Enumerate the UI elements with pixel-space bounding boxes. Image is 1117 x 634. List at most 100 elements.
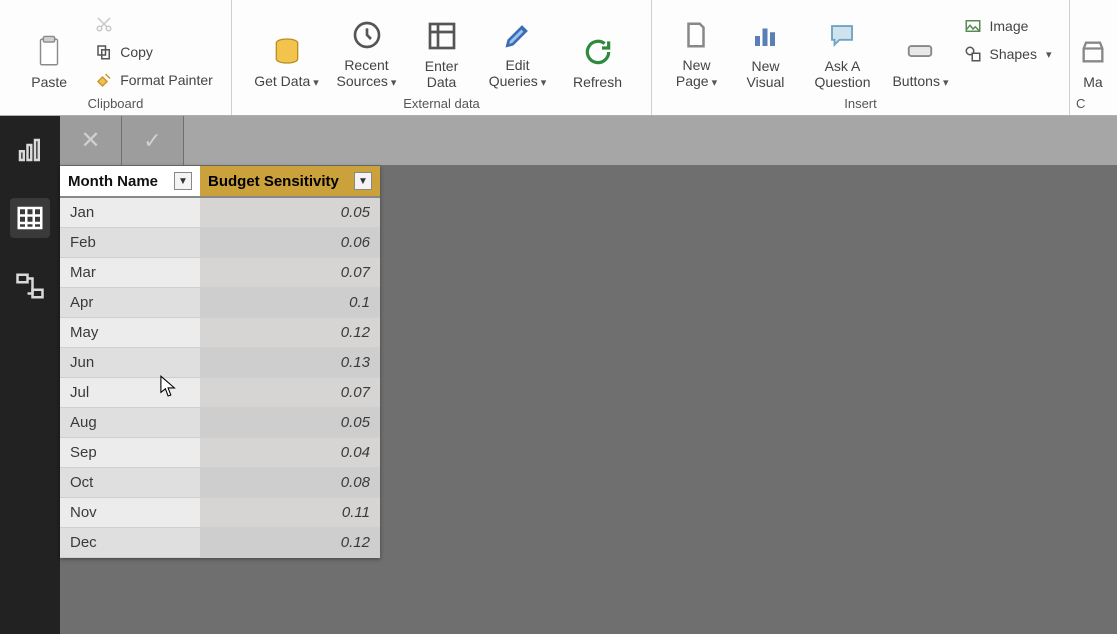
new-page-label: New Page bbox=[665, 57, 727, 90]
formula-cancel-button[interactable]: ✕ bbox=[60, 116, 122, 165]
enter-data-button[interactable]: Enter Data bbox=[412, 8, 472, 94]
cell-value[interactable]: 0.12 bbox=[200, 318, 380, 348]
table-row[interactable]: Dec0.12 bbox=[60, 528, 380, 558]
copy-button[interactable]: Copy bbox=[90, 40, 217, 64]
cell-month[interactable]: Aug bbox=[60, 408, 200, 438]
cell-month[interactable]: May bbox=[60, 318, 200, 348]
table-row[interactable]: Jun0.13 bbox=[60, 348, 380, 378]
cell-month[interactable]: Mar bbox=[60, 258, 200, 288]
button-icon bbox=[902, 33, 938, 69]
cell-value[interactable]: 0.07 bbox=[200, 258, 380, 288]
cell-value[interactable]: 0.06 bbox=[200, 228, 380, 258]
filter-dropdown-icon[interactable]: ▼ bbox=[354, 172, 372, 190]
table-row[interactable]: Jan0.05 bbox=[60, 197, 380, 228]
cell-month[interactable]: Jan bbox=[60, 197, 200, 228]
ask-question-button[interactable]: Ask A Question bbox=[803, 8, 881, 94]
table-row[interactable]: Jul0.07 bbox=[60, 378, 380, 408]
column-header-sensitivity-label: Budget Sensitivity bbox=[208, 173, 339, 190]
table-row[interactable]: Mar0.07 bbox=[60, 258, 380, 288]
format-painter-button[interactable]: Format Painter bbox=[90, 68, 217, 92]
column-header-sensitivity[interactable]: Budget Sensitivity ▼ bbox=[200, 166, 380, 197]
cell-month[interactable]: Nov bbox=[60, 498, 200, 528]
buttons-label: Buttons bbox=[892, 73, 948, 90]
cell-value[interactable]: 0.12 bbox=[200, 528, 380, 558]
cell-month[interactable]: Feb bbox=[60, 228, 200, 258]
table-row[interactable]: Aug0.05 bbox=[60, 408, 380, 438]
data-table: Month Name ▼ Budget Sensitivity ▼ Jan0.0… bbox=[60, 166, 380, 558]
cut-button[interactable] bbox=[90, 12, 217, 36]
paste-button[interactable]: Paste bbox=[14, 8, 84, 94]
copy-label: Copy bbox=[120, 44, 153, 60]
column-header-month-label: Month Name bbox=[68, 173, 158, 190]
refresh-label: Refresh bbox=[573, 74, 622, 90]
cell-value[interactable]: 0.05 bbox=[200, 408, 380, 438]
formula-input[interactable] bbox=[184, 116, 1117, 165]
speech-bubble-icon bbox=[824, 18, 860, 54]
group-label-insert: Insert bbox=[658, 96, 1063, 111]
table-row[interactable]: May0.12 bbox=[60, 318, 380, 348]
cell-value[interactable]: 0.13 bbox=[200, 348, 380, 378]
shapes-label: Shapes bbox=[989, 46, 1036, 62]
table-row[interactable]: Apr0.1 bbox=[60, 288, 380, 318]
buttons-button[interactable]: Buttons bbox=[887, 8, 953, 94]
image-icon bbox=[963, 16, 983, 36]
brush-icon bbox=[94, 70, 114, 90]
shapes-button[interactable]: Shapes bbox=[959, 42, 1055, 66]
edit-queries-label: Edit Queries bbox=[478, 57, 558, 90]
new-page-button[interactable]: New Page bbox=[665, 8, 727, 94]
table-row[interactable]: Feb0.06 bbox=[60, 228, 380, 258]
cell-month[interactable]: Oct bbox=[60, 468, 200, 498]
image-button[interactable]: Image bbox=[959, 14, 1055, 38]
data-canvas: Month Name ▼ Budget Sensitivity ▼ Jan0.0… bbox=[60, 166, 1117, 634]
table-row[interactable]: Sep0.04 bbox=[60, 438, 380, 468]
close-icon: ✕ bbox=[80, 126, 100, 155]
recent-icon bbox=[349, 17, 385, 53]
database-icon bbox=[269, 33, 305, 69]
cell-value[interactable]: 0.1 bbox=[200, 288, 380, 318]
cell-value[interactable]: 0.11 bbox=[200, 498, 380, 528]
bar-chart-icon bbox=[747, 18, 783, 54]
marketplace-button[interactable]: Ma bbox=[1073, 8, 1113, 94]
ribbon-group-cutoff: Ma C bbox=[1070, 0, 1116, 115]
shapes-icon bbox=[963, 44, 983, 64]
refresh-icon bbox=[580, 34, 616, 70]
nav-data-view[interactable] bbox=[10, 198, 50, 238]
scissors-icon bbox=[94, 14, 114, 34]
enter-data-label: Enter Data bbox=[412, 58, 472, 90]
cell-value[interactable]: 0.07 bbox=[200, 378, 380, 408]
marketplace-label: Ma bbox=[1083, 74, 1102, 90]
nav-report-view[interactable] bbox=[10, 130, 50, 170]
ask-question-label: Ask A Question bbox=[803, 58, 881, 90]
column-header-month[interactable]: Month Name ▼ bbox=[60, 166, 200, 197]
get-data-button[interactable]: Get Data bbox=[252, 8, 322, 94]
cell-month[interactable]: Sep bbox=[60, 438, 200, 468]
table-plus-icon bbox=[424, 18, 460, 54]
cell-value[interactable]: 0.04 bbox=[200, 438, 380, 468]
clipboard-icon bbox=[31, 34, 67, 70]
paste-label: Paste bbox=[31, 74, 67, 90]
cell-month[interactable]: Apr bbox=[60, 288, 200, 318]
table-row[interactable]: Oct0.08 bbox=[60, 468, 380, 498]
ribbon-group-clipboard: Paste Copy Forma bbox=[0, 0, 232, 115]
group-label-clipboard: Clipboard bbox=[6, 96, 225, 111]
pencil-icon bbox=[500, 17, 536, 53]
group-label-external: External data bbox=[238, 96, 645, 111]
formula-bar: ✕ ✓ bbox=[60, 116, 1117, 166]
cell-value[interactable]: 0.08 bbox=[200, 468, 380, 498]
filter-dropdown-icon[interactable]: ▼ bbox=[174, 172, 192, 190]
refresh-button[interactable]: Refresh bbox=[564, 8, 632, 94]
cell-value[interactable]: 0.05 bbox=[200, 197, 380, 228]
cell-month[interactable]: Jul bbox=[60, 378, 200, 408]
formula-accept-button[interactable]: ✓ bbox=[122, 116, 184, 165]
cell-month[interactable]: Dec bbox=[60, 528, 200, 558]
recent-sources-button[interactable]: Recent Sources bbox=[328, 8, 406, 94]
nav-model-view[interactable] bbox=[10, 266, 50, 306]
new-visual-label: New Visual bbox=[733, 58, 797, 90]
ribbon-group-external-data: Get Data Recent Sources Enter Data Edit … bbox=[232, 0, 652, 115]
cell-month[interactable]: Jun bbox=[60, 348, 200, 378]
table-row[interactable]: Nov0.11 bbox=[60, 498, 380, 528]
new-visual-button[interactable]: New Visual bbox=[733, 8, 797, 94]
edit-queries-button[interactable]: Edit Queries bbox=[478, 8, 558, 94]
left-nav bbox=[0, 116, 60, 634]
recent-sources-label: Recent Sources bbox=[328, 57, 406, 90]
